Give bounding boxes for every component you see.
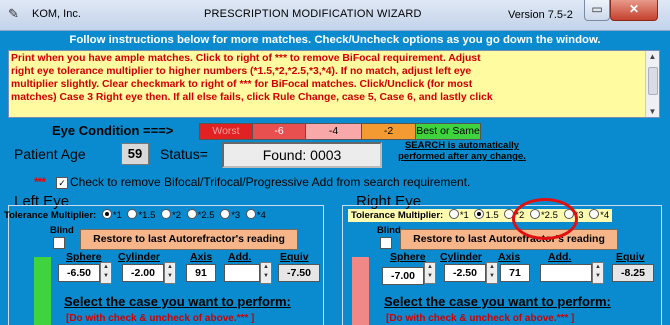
left-tol-option: *2 (172, 210, 181, 221)
left-tol-option: *1 (112, 210, 122, 221)
severity-worst: Worst (199, 123, 253, 140)
left-tol-radio-1[interactable] (101, 209, 112, 219)
left-equiv-header: Equiv (280, 251, 309, 263)
bifocal-stars: *** (34, 175, 46, 189)
right-restore-button[interactable]: Restore to last Autorefractor's reading (400, 229, 618, 250)
left-tol-radio-2[interactable] (161, 209, 172, 219)
left-sphere-spinner[interactable]: ▲ ▼ (100, 262, 112, 284)
right-cylinder-header: Cylinder (440, 251, 483, 263)
right-tol-radio-1-5[interactable] (474, 209, 485, 219)
search-note: SEARCH is automatically performed after … (392, 140, 532, 162)
left-do-note: [Do with check & uncheck of above.*** ] (66, 313, 255, 324)
instruction-line: matches) Case 3 Right eye then. If all e… (11, 92, 493, 103)
close-button[interactable]: ✕ (610, 0, 658, 21)
annotation-circle (512, 198, 578, 240)
instruction-line: Print when you have ample matches. Click… (11, 53, 481, 64)
left-blind-label: Blind (50, 225, 74, 236)
search-note-line-1: SEARCH is automatically (404, 140, 520, 151)
instructions-header: Follow instructions below for more match… (69, 34, 601, 46)
right-tol-option: *1 (459, 210, 469, 221)
right-add-header: Add. (548, 251, 572, 263)
title-bar: ✎ KOM, Inc. PRESCRIPTION MODIFICATION WI… (0, 0, 670, 31)
left-tol-option: *4 (256, 210, 266, 221)
left-tol-radio-2-5[interactable] (186, 209, 197, 219)
eye-condition-label: Eye Condition ===> (52, 123, 174, 138)
scroll-up-icon[interactable]: ▲ (647, 51, 658, 62)
left-add-field[interactable] (224, 264, 260, 282)
right-add-field[interactable] (540, 264, 592, 282)
left-axis-header: Axis (190, 251, 213, 263)
left-tol-option: *1.5 (138, 210, 156, 221)
left-blind-checkbox[interactable] (53, 237, 65, 249)
scroll-down-icon[interactable]: ▼ (647, 106, 658, 117)
instructions-scrollbar[interactable]: ▲ ▼ (645, 51, 659, 117)
left-tol-option: *3 (231, 210, 241, 221)
left-tol-radio-3[interactable] (220, 209, 231, 219)
left-tol-option: *2.5 (197, 210, 215, 221)
patient-age-label: Patient Age (14, 146, 86, 162)
bifocal-checkbox[interactable]: ✓ (56, 177, 68, 189)
scroll-thumb[interactable] (648, 67, 658, 95)
bifocal-label: Check to remove Bifocal/Trifocal/Progres… (70, 175, 471, 189)
right-blind-checkbox[interactable] (380, 237, 392, 249)
version-label: Version 7.5-2 (508, 9, 573, 21)
right-equiv-header: Equiv (616, 251, 645, 263)
app-name: KOM, Inc. (32, 8, 81, 20)
instruction-line: right eye tolerance multiplier to higher… (11, 66, 472, 77)
severity-minus-6: -6 (252, 123, 306, 140)
right-tol-option: 1.5 (485, 210, 499, 221)
left-equiv-field: -7.50 (278, 264, 320, 282)
status-label: Status= (160, 146, 208, 162)
severity-minus-2: -2 (361, 123, 416, 140)
status-value: Found: 0003 (222, 142, 382, 168)
right-tol-option: *4 (600, 210, 610, 221)
right-select-case-label: Select the case you want to perform: (384, 294, 611, 309)
left-tolerance-row: Tolerance Multiplier: *1 *1.5 *2 *2.5 *3… (4, 209, 266, 222)
app-icon: ✎ (8, 6, 19, 21)
left-sphere-header: Sphere (66, 251, 102, 263)
right-tol-radio-4[interactable] (589, 209, 600, 219)
right-do-note: [Do with check & uncheck of above.*** ] (386, 313, 575, 324)
right-sphere-header: Sphere (390, 251, 426, 263)
left-add-spinner[interactable]: ▲ ▼ (260, 262, 272, 284)
left-select-case-label: Select the case you want to perform: (64, 294, 291, 309)
severity-best: Best or Same (415, 123, 481, 140)
left-cylinder-field[interactable]: -2.00 (122, 264, 164, 282)
severity-minus-4: -4 (305, 123, 362, 140)
left-axis-field[interactable]: 91 (186, 264, 216, 282)
left-cylinder-header: Cylinder (118, 251, 161, 263)
right-axis-header: Axis (498, 251, 521, 263)
left-add-header: Add. (228, 251, 252, 263)
left-restore-button[interactable]: Restore to last Autorefractor's reading (80, 229, 298, 250)
right-add-spinner[interactable]: ▲ ▼ (592, 262, 604, 284)
right-sphere-spinner[interactable]: ▲ ▼ (424, 262, 436, 284)
right-equiv-field: -8.25 (612, 264, 654, 282)
left-tol-radio-1-5[interactable] (127, 209, 138, 219)
left-cylinder-spinner[interactable]: ▲ ▼ (164, 262, 176, 284)
search-note-line-2: performed after any change. (398, 151, 526, 162)
right-tolerance-label: Tolerance Multiplier: (351, 210, 444, 221)
instructions-text: Print when you have ample matches. Click… (11, 52, 641, 104)
instruction-line: multiplier slightly. Clear checkmark to … (11, 79, 473, 90)
right-tol-radio-1[interactable] (448, 209, 459, 219)
right-cylinder-field[interactable]: -2.50 (444, 264, 486, 282)
right-blind-label: Blind (377, 225, 401, 236)
minimize-icon: ▭ (591, 2, 603, 16)
window-title: PRESCRIPTION MODIFICATION WIZARD (204, 8, 422, 20)
left-tolerance-label: Tolerance Multiplier: (4, 210, 97, 221)
close-icon: ✕ (628, 2, 640, 16)
right-cylinder-spinner[interactable]: ▲ ▼ (486, 262, 498, 284)
patient-age-value: 59 (121, 143, 149, 165)
right-condition-bar (352, 257, 369, 325)
left-condition-bar (34, 257, 51, 325)
right-sphere-field[interactable]: -7.00 (382, 267, 424, 285)
right-axis-field[interactable]: 71 (500, 264, 530, 282)
left-tol-radio-4[interactable] (245, 209, 256, 219)
wizard-window: ✎ KOM, Inc. PRESCRIPTION MODIFICATION WI… (0, 0, 670, 325)
instructions-box[interactable]: Print when you have ample matches. Click… (8, 50, 660, 118)
left-sphere-field[interactable]: -6.50 (58, 264, 100, 282)
minimize-button[interactable]: ▭ (584, 0, 610, 21)
